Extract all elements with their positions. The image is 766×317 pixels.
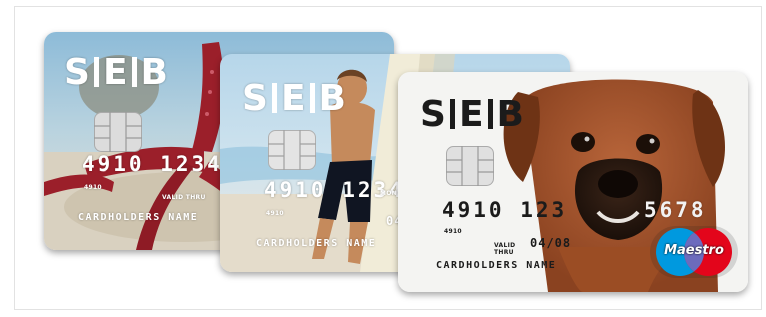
maestro-logo: Maestro [648, 224, 740, 280]
valid-thru-label: VALID THRU [162, 194, 206, 201]
seb-logo: SEB [242, 78, 346, 119]
logo-letter: E [102, 52, 128, 93]
chip-icon [446, 146, 494, 186]
chip-icon [268, 130, 316, 170]
card-number-left: 4910 123 [442, 198, 568, 222]
logo-letter: E [280, 78, 306, 119]
logo-letter: S [64, 52, 90, 93]
card-number: 4910 1234 [82, 152, 223, 176]
cardholder-name: CARDHOLDERS NAME [436, 260, 557, 271]
card-puppy: SEB 4910 123 5678 4910 VALID THRU 04/08 … [398, 72, 748, 292]
logo-letter: B [140, 52, 168, 93]
cardholder-name: CARDHOLDERS NAME [78, 212, 199, 223]
logo-letter: B [496, 94, 524, 135]
seb-logo: SEB [420, 94, 524, 135]
logo-letter: E [458, 94, 484, 135]
bin-small: 4910 [444, 228, 462, 235]
seb-logo: SEB [64, 52, 168, 93]
logo-letter: S [242, 78, 268, 119]
logo-letter: S [420, 94, 446, 135]
chip-icon [94, 112, 142, 152]
card-number-right: 5678 [644, 198, 707, 222]
bin-small: 4910 [266, 210, 284, 217]
bin-small: 4910 [84, 184, 102, 191]
logo-letter: B [318, 78, 346, 119]
valid-thru-label: VALID THRU [494, 242, 516, 256]
cardholder-name: CARDHOLDERS NAME [256, 238, 377, 249]
expiry-date: 04/08 [530, 236, 572, 250]
maestro-wordmark: Maestro [664, 243, 724, 258]
